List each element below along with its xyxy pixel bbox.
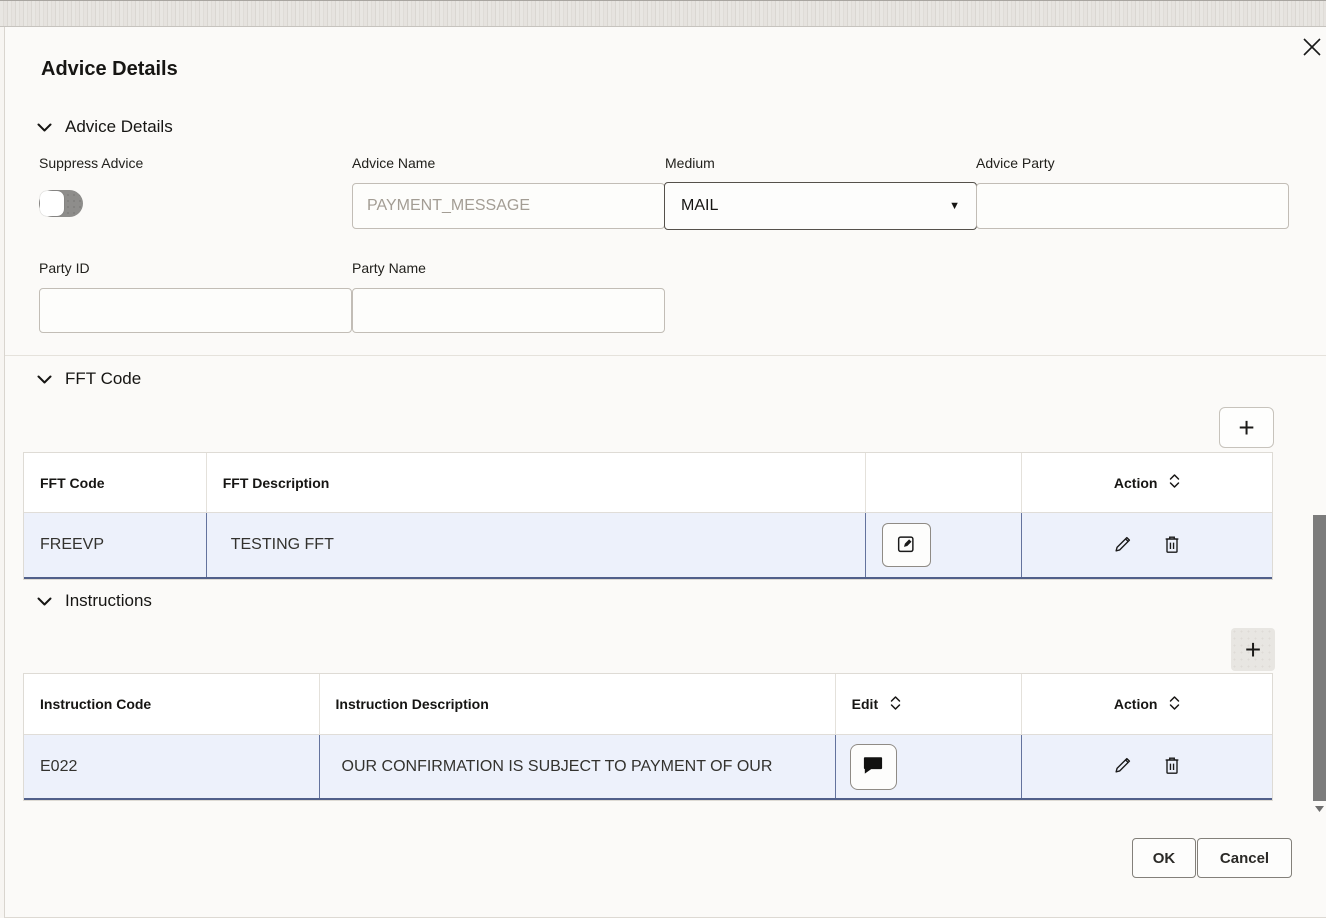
sort-icon[interactable] bbox=[1169, 473, 1180, 492]
advice-name-input[interactable] bbox=[352, 183, 665, 229]
suppress-advice-label: Suppress Advice bbox=[39, 155, 143, 171]
party-id-input[interactable] bbox=[39, 288, 352, 333]
cancel-button[interactable]: Cancel bbox=[1197, 838, 1292, 878]
pencil-icon bbox=[1112, 754, 1134, 779]
comment-icon bbox=[862, 755, 884, 778]
chevron-down-icon bbox=[37, 597, 52, 606]
instructions-table-header: Instruction Code Instruction Description… bbox=[24, 674, 1272, 734]
fft-edit-column-header bbox=[866, 453, 1023, 512]
fft-table-header: FFT Code FFT Description Action bbox=[24, 453, 1272, 512]
toggle-knob bbox=[40, 191, 64, 216]
close-button[interactable] bbox=[1298, 34, 1326, 62]
section-title: FFT Code bbox=[65, 369, 141, 389]
instruction-action-cell bbox=[1022, 735, 1272, 798]
fft-edit-note-button[interactable] bbox=[882, 523, 931, 567]
dropdown-caret-icon: ▼ bbox=[949, 200, 960, 212]
section-header-advice-details[interactable]: Advice Details bbox=[37, 117, 173, 137]
instruction-code-cell: E022 bbox=[24, 735, 320, 798]
fft-description-cell: TESTING FFT bbox=[207, 513, 866, 577]
chevron-down-icon bbox=[37, 375, 52, 384]
trash-icon bbox=[1162, 754, 1182, 779]
fft-table: FFT Code FFT Description Action FREEVP T… bbox=[23, 452, 1273, 580]
page-backdrop bbox=[0, 0, 1326, 27]
section-title: Advice Details bbox=[65, 117, 173, 137]
instruction-edit-cell bbox=[836, 735, 1023, 798]
instruction-edit-column-header[interactable]: Edit bbox=[836, 674, 1023, 734]
fft-row-edit-button[interactable] bbox=[1112, 533, 1134, 558]
instruction-description-cell: OUR CONFIRMATION IS SUBJECT TO PAYMENT O… bbox=[320, 735, 836, 798]
modal-title: Advice Details bbox=[41, 58, 178, 81]
instruction-code-column-header: Instruction Code bbox=[24, 674, 320, 734]
fft-code-cell: FREEVP bbox=[24, 513, 207, 577]
fft-description-column-header: FFT Description bbox=[207, 453, 866, 512]
section-header-fft-code[interactable]: FFT Code bbox=[37, 369, 141, 389]
edit-note-icon bbox=[895, 533, 917, 558]
medium-select[interactable]: MAIL ▼ bbox=[664, 182, 977, 230]
section-title: Instructions bbox=[65, 591, 152, 611]
fft-row-delete-button[interactable] bbox=[1162, 533, 1182, 558]
instructions-add-button[interactable]: + bbox=[1231, 628, 1275, 671]
close-icon bbox=[1301, 36, 1323, 61]
ok-button[interactable]: OK bbox=[1132, 838, 1196, 878]
advice-name-label: Advice Name bbox=[352, 155, 435, 171]
instruction-row-edit-button[interactable] bbox=[1112, 754, 1134, 779]
medium-label: Medium bbox=[665, 155, 715, 171]
chevron-down-icon bbox=[37, 123, 52, 132]
advice-details-screen: Advice Details Advice Details Suppress A… bbox=[0, 0, 1326, 918]
scrollbar-down-arrow[interactable] bbox=[1313, 801, 1326, 815]
section-divider bbox=[5, 355, 1326, 356]
suppress-advice-toggle[interactable] bbox=[39, 190, 83, 217]
instruction-action-column-header[interactable]: Action bbox=[1022, 674, 1272, 734]
party-name-input[interactable] bbox=[352, 288, 665, 333]
advice-details-modal: Advice Details Advice Details Suppress A… bbox=[4, 27, 1326, 918]
party-name-label: Party Name bbox=[352, 260, 426, 276]
fft-add-button[interactable]: + bbox=[1219, 407, 1274, 448]
arrow-down-icon bbox=[1315, 799, 1324, 817]
trash-icon bbox=[1162, 533, 1182, 558]
advice-party-label: Advice Party bbox=[976, 155, 1055, 171]
sort-icon[interactable] bbox=[1169, 695, 1180, 714]
instructions-table: Instruction Code Instruction Description… bbox=[23, 673, 1273, 801]
instruction-description-column-header: Instruction Description bbox=[320, 674, 836, 734]
instruction-comment-button[interactable] bbox=[850, 744, 897, 790]
fft-code-column-header: FFT Code bbox=[24, 453, 207, 512]
sort-icon[interactable] bbox=[890, 695, 901, 714]
section-header-instructions[interactable]: Instructions bbox=[37, 591, 152, 611]
action-header-label: Action bbox=[1114, 696, 1158, 712]
instructions-table-row: E022 OUR CONFIRMATION IS SUBJECT TO PAYM… bbox=[24, 734, 1272, 800]
fft-action-column-header[interactable]: Action bbox=[1022, 453, 1272, 512]
medium-selected-value: MAIL bbox=[681, 197, 718, 215]
party-id-label: Party ID bbox=[39, 260, 90, 276]
fft-action-cell bbox=[1022, 513, 1272, 577]
edit-header-label: Edit bbox=[852, 696, 878, 712]
instruction-row-delete-button[interactable] bbox=[1162, 754, 1182, 779]
action-header-label: Action bbox=[1114, 475, 1158, 491]
fft-table-row: FREEVP TESTING FFT bbox=[24, 512, 1272, 579]
advice-party-input[interactable] bbox=[976, 183, 1289, 229]
vertical-scrollbar-thumb[interactable] bbox=[1313, 515, 1326, 801]
fft-edit-cell bbox=[866, 513, 1023, 577]
plus-icon: + bbox=[1245, 636, 1261, 664]
pencil-icon bbox=[1112, 533, 1134, 558]
plus-icon: + bbox=[1238, 414, 1254, 442]
